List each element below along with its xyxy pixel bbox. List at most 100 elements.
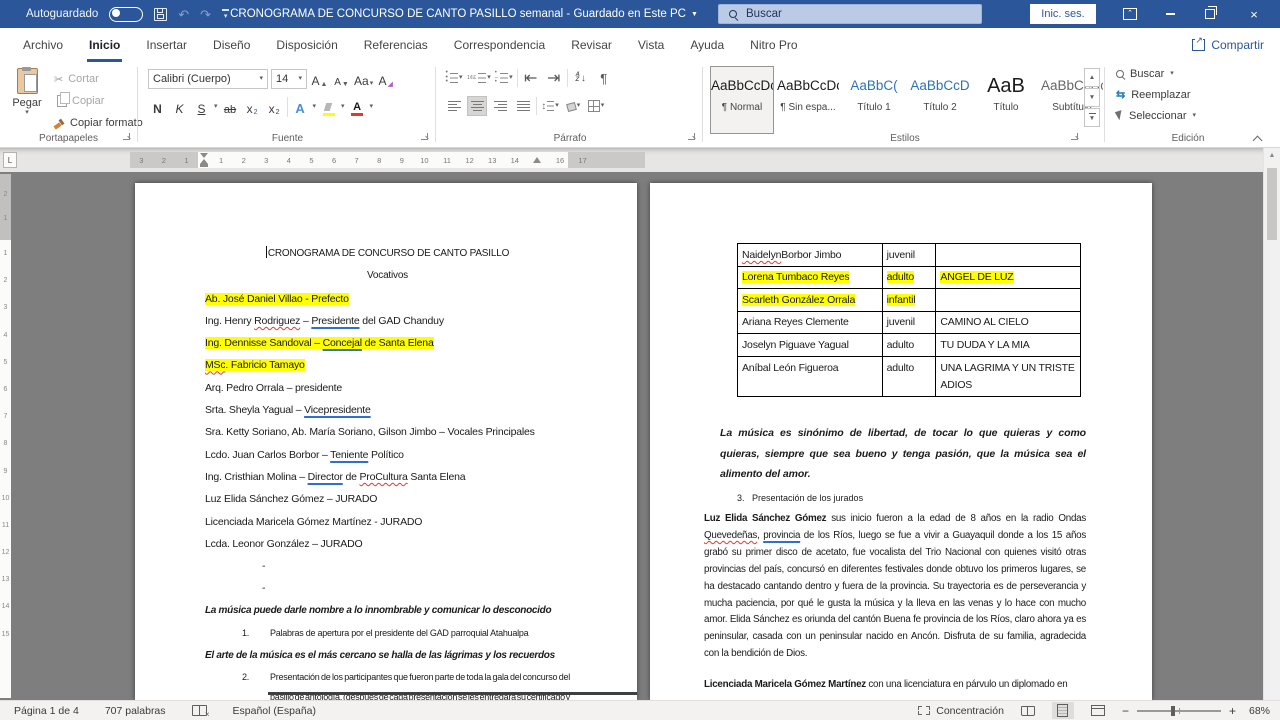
numbered-item[interactable]: 1. Palabras de apertura por el president… — [205, 622, 570, 644]
multilevel-list-button[interactable]: ▾ — [494, 68, 514, 88]
clear-formatting-button[interactable]: A◢ — [376, 68, 395, 90]
shading-button[interactable]: ▾ — [563, 96, 583, 116]
font-size-combo[interactable]: 14▾ — [271, 69, 307, 89]
chevron-down-icon[interactable]: ▾ — [370, 103, 374, 111]
vertical-ruler[interactable]: 21 123456789101112131415 — [0, 174, 11, 698]
jury-paragraph-1[interactable]: Luz Elida Sánchez Gómez sus inicio fuero… — [704, 511, 1086, 663]
zoom-level[interactable]: 68% — [1249, 705, 1270, 717]
bullets-button[interactable]: ▾ — [444, 68, 464, 88]
style-card[interactable]: AaBbCcDc¶ Normal — [710, 66, 774, 134]
doc-line[interactable]: Luz Elida Sánchez Gómez – JURADO — [205, 488, 570, 510]
paragraph-dialog-launcher[interactable] — [688, 133, 697, 142]
select-button[interactable]: Seleccionar▾ — [1116, 106, 1268, 125]
borders-button[interactable]: ▾ — [586, 96, 606, 116]
read-mode-button[interactable] — [1017, 702, 1039, 719]
styles-dialog-launcher[interactable] — [1071, 133, 1080, 142]
align-left-button[interactable] — [444, 96, 464, 116]
align-center-button[interactable] — [467, 96, 487, 116]
focus-mode-button[interactable]: Concentración — [918, 705, 1004, 717]
doc-line[interactable]: MSc. Fabricio Tamayo — [205, 354, 570, 376]
chevron-down-icon[interactable]: ▾ — [313, 103, 317, 111]
doc-line[interactable]: Ing. Henry Rodriguez – Presidente del GA… — [205, 310, 570, 332]
language-indicator[interactable]: Español (España) — [233, 705, 316, 717]
scrollbar-thumb[interactable] — [1267, 168, 1277, 240]
chevron-down-icon[interactable]: ▾ — [341, 103, 345, 111]
autosave-toggle[interactable] — [109, 7, 143, 22]
horizontal-ruler[interactable]: 32112345678910111213141617 — [130, 152, 645, 168]
table-cell[interactable]: adulto — [883, 334, 937, 357]
print-layout-button[interactable] — [1052, 702, 1074, 719]
find-button[interactable]: Buscar▾ — [1116, 64, 1268, 83]
table-cell[interactable]: juvenil — [883, 312, 937, 335]
underline-button[interactable]: S — [192, 96, 211, 118]
tab-revisar[interactable]: Revisar — [558, 28, 625, 62]
italic-button[interactable]: K — [170, 96, 189, 118]
styles-scroll-down-button[interactable]: ▼ — [1084, 88, 1100, 107]
font-family-combo[interactable]: Calibri (Cuerpo)▾ — [148, 69, 268, 89]
tab-ayuda[interactable]: Ayuda — [677, 28, 737, 62]
web-layout-button[interactable] — [1087, 702, 1109, 719]
format-painter-button[interactable]: Copiar formato — [54, 113, 143, 133]
table-cell[interactable]: UNA LAGRIMA Y UN TRISTE ADIOS — [936, 357, 1081, 397]
bold-button[interactable]: N — [148, 96, 167, 118]
doc-line[interactable]: CRONOGRAMA DE CONCURSO DE CANTO PASILLO — [205, 243, 570, 265]
highlight-button[interactable] — [319, 96, 338, 118]
tab-correspondencia[interactable]: Correspondencia — [441, 28, 558, 62]
replace-button[interactable]: ⇆Reemplazar — [1116, 85, 1268, 104]
tab-archivo[interactable]: Archivo — [10, 28, 76, 62]
title-chevron-icon[interactable]: ▼ — [691, 11, 698, 18]
search-box[interactable]: Buscar — [718, 4, 982, 24]
sort-button[interactable]: AZ↓ — [571, 68, 591, 88]
quote-line[interactable]: El arte de la música es el más cercano s… — [205, 644, 570, 667]
quote-line[interactable]: La música puede darle nombre a lo innomb… — [205, 600, 570, 622]
style-card[interactable]: AaBTítulo — [974, 66, 1038, 134]
clipboard-dialog-launcher[interactable] — [123, 133, 132, 142]
sign-in-button[interactable]: Inic. ses. — [1030, 4, 1096, 24]
doc-line[interactable]: Lcda. Leonor González – JURADO — [205, 533, 570, 555]
table-cell[interactable]: TU DUDA Y LA MIA — [936, 334, 1081, 357]
increase-indent-button[interactable]: ⇥ — [544, 68, 564, 88]
table-cell[interactable]: Aníbal León Figueroa — [738, 357, 883, 397]
tab-disposición[interactable]: Disposición — [263, 28, 350, 62]
doc-line[interactable]: Ab. José Daniel Villao - Prefecto — [205, 288, 570, 310]
right-indent-marker[interactable] — [533, 157, 541, 163]
doc-line[interactable]: Vocativos — [205, 265, 570, 287]
share-button[interactable]: Compartir — [1192, 34, 1264, 56]
tab-insertar[interactable]: Insertar — [133, 28, 200, 62]
table-cell[interactable]: adulto — [883, 267, 937, 290]
table-cell[interactable]: Lorena Tumbaco Reyes — [738, 267, 883, 290]
superscript-button[interactable]: x2 — [265, 96, 284, 118]
text-effects-button[interactable]: A — [291, 96, 310, 118]
doc-line[interactable]: Lcdo. Juan Carlos Borbor – Teniente Polí… — [205, 444, 570, 466]
doc-line[interactable]: - — [205, 577, 570, 599]
numbered-item[interactable]: 2. Presentación de los participantes que… — [205, 667, 570, 700]
zoom-slider-thumb[interactable] — [1171, 706, 1175, 716]
tab-vista[interactable]: Vista — [625, 28, 677, 62]
paste-button[interactable]: Pegar ▾ — [4, 66, 50, 136]
tab-diseño[interactable]: Diseño — [200, 28, 263, 62]
table-cell[interactable]: Ariana Reyes Clemente — [738, 312, 883, 335]
table-cell[interactable]: juvenil — [883, 244, 937, 267]
grow-font-button[interactable]: A▲ — [310, 68, 329, 90]
scroll-up-arrow-icon[interactable]: ▲ — [1264, 148, 1280, 163]
tab-nitro-pro[interactable]: Nitro Pro — [737, 28, 810, 62]
cut-button[interactable]: ✂Cortar — [54, 69, 143, 89]
table-cell[interactable] — [936, 289, 1081, 312]
align-right-button[interactable] — [490, 96, 510, 116]
shrink-font-button[interactable]: A▼ — [332, 68, 351, 90]
tab-stop-selector[interactable]: L — [3, 152, 17, 168]
doc-line[interactable]: Arq. Pedro Orrala – presidente — [205, 377, 570, 399]
close-button[interactable]: × — [1236, 0, 1272, 28]
zoom-in-button[interactable]: + — [1229, 704, 1236, 718]
font-dialog-launcher[interactable] — [421, 133, 430, 142]
table-cell[interactable]: Naidelyn Borbor Jimbo — [738, 244, 883, 267]
tab-inicio[interactable]: Inicio — [76, 28, 133, 62]
quote-paragraph[interactable]: La música es sinónimo de libertad, de to… — [720, 423, 1086, 485]
table-cell[interactable]: infantil — [883, 289, 937, 312]
style-card[interactable]: AaBbCcDTítulo 2 — [908, 66, 972, 134]
collapse-ribbon-button[interactable] — [1254, 131, 1266, 141]
font-color-button[interactable]: A — [348, 96, 367, 118]
doc-line[interactable]: Sra. Ketty Soriano, Ab. María Soriano, G… — [205, 421, 570, 443]
strikethrough-button[interactable]: ab — [221, 96, 240, 118]
page-2[interactable]: Naidelyn Borbor JimbojuvenilLorena Tumba… — [650, 183, 1152, 700]
